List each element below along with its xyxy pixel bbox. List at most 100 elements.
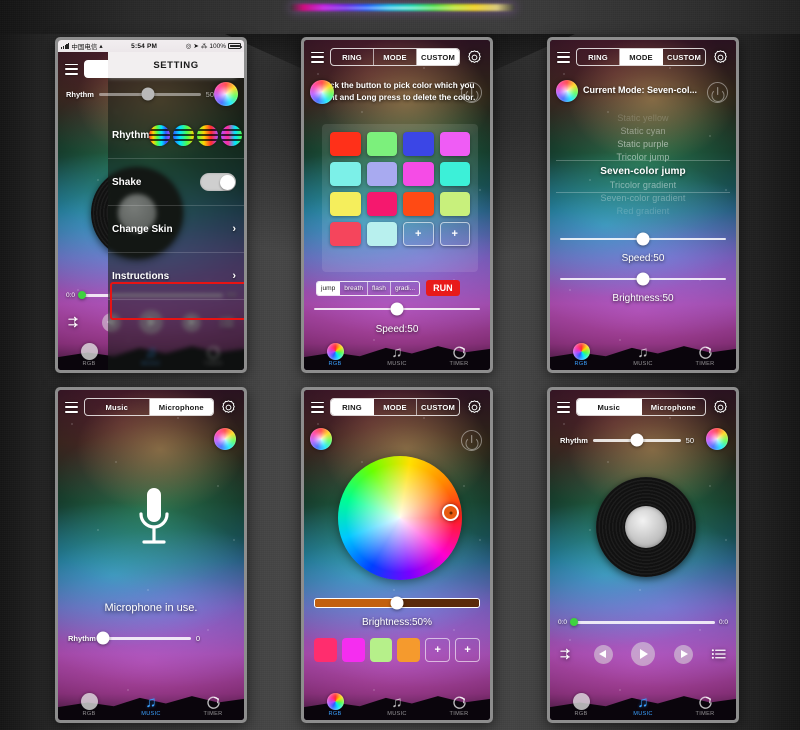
mode-item-3[interactable]: Tricolor jump [550,151,736,164]
color-wheel-button-4[interactable] [214,428,236,450]
effect-jump[interactable]: jump [317,281,341,295]
gear-icon[interactable] [466,399,483,416]
menu-icon[interactable] [65,401,78,413]
nav-music-2[interactable]: ♫ MUSIC [366,345,428,370]
nav-music-5[interactable]: ♫ MUSIC [366,695,428,720]
power-icon-5[interactable] [461,430,482,451]
nav-rgb-3[interactable]: RGB [550,343,612,370]
speed-knob-2[interactable] [390,302,404,316]
rhythm-preset-4-icon[interactable] [221,124,243,146]
tab-ring[interactable]: RING [331,399,374,415]
swatch-12[interactable] [439,192,470,216]
rhythm-knob[interactable] [141,87,155,101]
mode-item-0[interactable]: Static yellow [550,112,736,125]
swatch-14[interactable] [366,222,397,246]
color-wheel-button-2[interactable] [310,80,334,104]
brightness-knob-3[interactable] [636,272,650,286]
quick-swatch-2[interactable] [341,638,365,662]
mode-item-2[interactable]: Static purple [550,138,736,151]
mode-item-6[interactable]: Seven-color gradient [550,192,736,205]
add-color-button-3[interactable]: + [425,638,451,662]
menu-icon[interactable] [557,51,570,63]
tab-ring[interactable]: RING [577,49,620,65]
speed-slider-row-2[interactable] [314,302,480,316]
menu-icon[interactable] [557,401,570,413]
swatch-10[interactable] [366,192,397,216]
shuffle-icon[interactable] [68,316,83,328]
playback-time-bar-6[interactable]: 0:0 0:0 [550,618,736,627]
rhythm-track[interactable] [98,87,201,101]
nav-rgb-6[interactable]: RGB [550,693,612,720]
power-icon-2[interactable] [461,82,482,103]
gear-icon[interactable] [466,49,483,66]
gear-icon[interactable] [712,399,729,416]
brightness-track-3[interactable] [560,272,726,286]
add-color-button-1[interactable]: + [403,222,434,246]
power-icon-3[interactable] [707,82,728,103]
menu-icon[interactable] [311,401,324,413]
gear-icon[interactable] [712,49,729,66]
previous-button-6[interactable] [593,644,613,664]
swatch-13[interactable] [330,222,361,246]
quick-swatch-3[interactable] [369,638,393,662]
nav-music-3[interactable]: ♫ MUSIC [612,345,674,370]
swatch-9[interactable] [330,192,361,216]
color-wheel-button-6[interactable] [706,428,728,450]
nav-timer-2[interactable]: TIMER [428,344,490,370]
tab-custom[interactable]: CUSTOM [663,49,705,65]
rhythm-track-4[interactable] [96,631,191,645]
tab-custom[interactable]: CUSTOM [417,49,459,65]
menu-icon[interactable] [65,63,78,75]
swatch-7[interactable] [403,162,434,186]
rhythm-preset-2-icon[interactable] [173,124,195,146]
add-color-button-2[interactable]: + [439,222,470,246]
setting-row-change-skin[interactable]: Change Skin › [108,206,244,253]
nav-rgb-4[interactable]: RGB [58,693,120,720]
shake-toggle[interactable] [200,173,236,191]
brightness-knob-5[interactable] [390,596,404,610]
turntable-6[interactable] [587,468,705,586]
color-wheel-selector-handle[interactable] [442,504,459,521]
speed-slider-row-3[interactable] [560,232,726,246]
seek-knob-6[interactable] [569,618,578,627]
run-button[interactable]: RUN [426,280,460,296]
mode-item-5[interactable]: Tricolor gradient [550,179,736,192]
nav-timer-5[interactable]: TIMER [428,694,490,720]
setting-row-instructions[interactable]: Instructions › [108,253,244,300]
swatch-6[interactable] [366,162,397,186]
rhythm-preset-icons[interactable] [149,124,243,146]
quick-swatch-4[interactable] [397,638,421,662]
rhythm-slider-row-4[interactable]: Rhythm 0 [68,631,234,645]
setting-row-rhythm[interactable]: Rhythm › [108,112,244,159]
rhythm-slider-row[interactable]: Rhythm 50 [66,87,214,101]
tab-mode[interactable]: MODE [374,399,417,415]
nav-rgb-5[interactable]: RGB [304,693,366,720]
speed-track-3[interactable] [560,232,726,246]
quick-swatch-1[interactable] [314,638,337,662]
rhythm-preset-3-icon[interactable] [197,124,219,146]
effect-flash[interactable]: flash [368,281,391,295]
tab-music[interactable]: Music [85,399,150,415]
rhythm-knob-4[interactable] [96,631,110,645]
playlist-icon[interactable] [711,648,726,660]
mode-item-7[interactable]: Red gradient [550,205,736,218]
speed-knob-3[interactable] [636,232,650,246]
tab-ring[interactable]: RING [331,49,374,65]
effect-gradient[interactable]: gradi... [391,282,419,295]
rhythm-knob-6[interactable] [630,433,644,447]
swatch-4[interactable] [439,132,470,156]
rhythm-slider-row-6[interactable]: Rhythm 50 [560,433,694,447]
next-button-6[interactable] [673,644,693,664]
mode-item-4-selected[interactable]: Seven-color jump [550,164,736,179]
rhythm-track-6[interactable] [592,433,681,447]
tab-custom[interactable]: CUSTOM [417,399,459,415]
setting-row-shake[interactable]: Shake [108,159,244,206]
color-wheel-button-3[interactable] [556,80,578,102]
nav-timer-3[interactable]: TIMER [674,344,736,370]
tab-microphone[interactable]: Microphone [149,399,213,415]
nav-timer-6[interactable]: TIMER [674,694,736,720]
tab-mode[interactable]: MODE [620,49,663,65]
shuffle-icon[interactable] [560,648,575,660]
seek-knob-1[interactable] [77,291,86,300]
gear-icon[interactable] [220,399,237,416]
